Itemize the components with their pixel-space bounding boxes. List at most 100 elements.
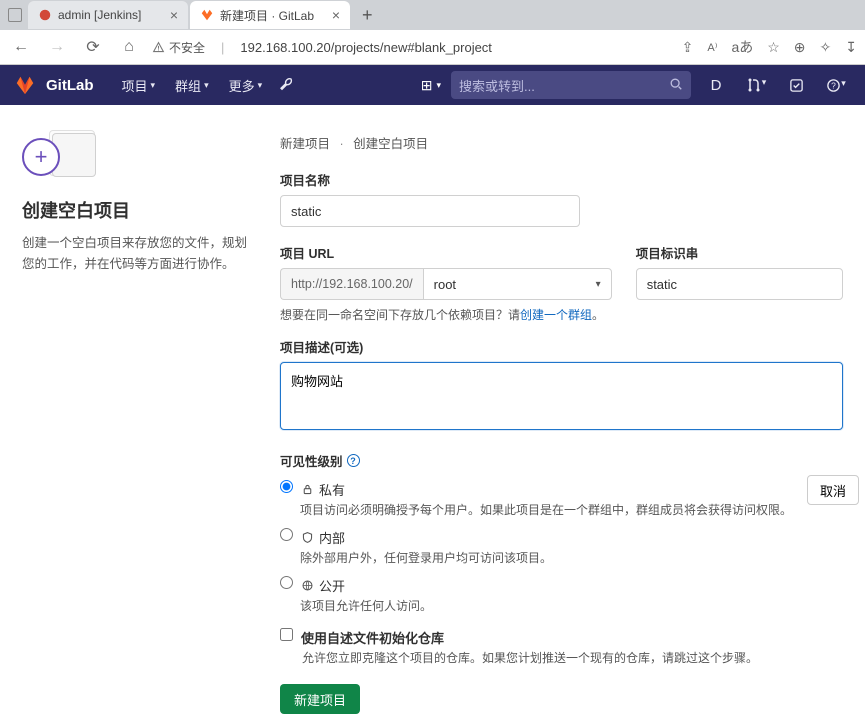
breadcrumb: 新建项目 · 创建空白项目 bbox=[280, 133, 843, 152]
project-desc-label: 项目描述(可选) bbox=[280, 337, 843, 356]
nav-more[interactable]: 更多▾ bbox=[219, 65, 273, 105]
visibility-private[interactable]: 私有 项目访问必须明确授予每个用户。如果此项目是在一个群组中，群组成员将会获得访… bbox=[280, 480, 843, 518]
namespace-value: root bbox=[434, 277, 456, 292]
close-icon[interactable]: × bbox=[170, 7, 178, 23]
visibility-label: 可见性级别 ? bbox=[280, 451, 843, 470]
left-desc: 创建一个空白项目来存放您的文件，规划您的工作，并在代码等方面进行协作。 bbox=[22, 233, 252, 276]
nav-new-dropdown[interactable]: ⊞▾ bbox=[421, 77, 441, 94]
reload-button[interactable]: ⟳ bbox=[80, 34, 106, 60]
extensions-icon[interactable]: ✧ bbox=[820, 39, 832, 56]
nav-search[interactable]: 搜索或转到... bbox=[451, 71, 691, 99]
home-button[interactable]: ⌂ bbox=[116, 34, 142, 60]
help-icon[interactable]: ? bbox=[347, 454, 360, 467]
left-title: 创建空白项目 bbox=[22, 197, 252, 223]
tab-jenkins[interactable]: admin [Jenkins] × bbox=[28, 1, 188, 29]
globe-icon bbox=[301, 579, 314, 592]
tab-gitlab[interactable]: 新建项目 · GitLab × bbox=[190, 1, 350, 29]
radio-public[interactable] bbox=[280, 576, 293, 589]
plus-circle-icon: + bbox=[22, 138, 60, 176]
url-prefix: http://192.168.100.20/ bbox=[280, 268, 423, 300]
nav-projects-label: 项目 bbox=[122, 76, 148, 95]
address-bar-row: ← → ⟳ ⌂ 不安全 | 192.168.100.20/projects/ne… bbox=[0, 30, 865, 64]
downloads-icon[interactable]: ↧ bbox=[845, 39, 857, 56]
jenkins-favicon-icon bbox=[38, 8, 52, 22]
create-group-link[interactable]: 创建一个群组 bbox=[520, 308, 592, 322]
search-placeholder: 搜索或转到... bbox=[459, 76, 535, 95]
project-slug-input[interactable]: static bbox=[636, 268, 843, 300]
share-icon[interactable]: ⇪ bbox=[682, 39, 694, 56]
chevron-down-icon: ▾ bbox=[596, 279, 601, 290]
shield-icon bbox=[301, 531, 314, 544]
back-button[interactable]: ← bbox=[8, 34, 34, 60]
project-slug-label: 项目标识串 bbox=[636, 243, 843, 262]
project-url-label: 项目 URL bbox=[280, 243, 612, 262]
breadcrumb-sep: · bbox=[340, 137, 344, 151]
gitlab-logo-icon[interactable] bbox=[14, 74, 36, 96]
visibility-internal[interactable]: 内部 除外部用户外，任何登录用户均可访问该项目。 bbox=[280, 528, 843, 566]
admin-wrench-icon[interactable] bbox=[278, 76, 294, 95]
init-readme-label: 使用自述文件初始化仓库 bbox=[301, 628, 444, 647]
tab-title: admin [Jenkins] bbox=[58, 8, 141, 22]
browser-chrome: admin [Jenkins] × 新建项目 · GitLab × + ← → … bbox=[0, 0, 865, 65]
url-text: 192.168.100.20/projects/new#blank_projec… bbox=[240, 40, 492, 55]
private-title: 私有 bbox=[319, 480, 345, 499]
radio-private[interactable] bbox=[280, 480, 293, 493]
visibility-label-text: 可见性级别 bbox=[280, 451, 343, 470]
form-panel: 新建项目 · 创建空白项目 项目名称 static 项目 URL http://… bbox=[252, 133, 843, 714]
init-readme-checkbox[interactable] bbox=[280, 628, 293, 641]
todos-icon[interactable] bbox=[781, 78, 811, 93]
namespace-select[interactable]: root ▾ bbox=[423, 268, 612, 300]
search-icon bbox=[669, 77, 683, 94]
nav-groups-label: 群组 bbox=[175, 76, 201, 95]
nav-right: ⊞▾ 搜索或转到... D ▾ ?▾ bbox=[421, 71, 851, 99]
translate-icon[interactable]: aあ bbox=[731, 37, 753, 57]
chevron-down-icon: ▾ bbox=[151, 80, 156, 91]
warning-icon bbox=[152, 41, 165, 54]
breadcrumb-blank-project: 创建空白项目 bbox=[353, 137, 428, 151]
namespace-hint-text: 想要在同一命名空间下存放几个依赖项目？请 bbox=[280, 308, 520, 322]
nav-projects[interactable]: 项目▾ bbox=[112, 65, 166, 105]
merge-requests-icon[interactable]: ▾ bbox=[741, 77, 771, 93]
visibility-public[interactable]: 公开 该项目允许任何人访问。 bbox=[280, 576, 843, 614]
help-icon[interactable]: ?▾ bbox=[821, 78, 851, 93]
page-content: + 创建空白项目 创建一个空白项目来存放您的文件，规划您的工作，并在代码等方面进… bbox=[0, 105, 865, 714]
nav-groups[interactable]: 群组▾ bbox=[165, 65, 219, 105]
issues-icon[interactable]: D bbox=[701, 77, 731, 94]
readaloud-icon[interactable]: A⁾ bbox=[707, 41, 717, 54]
close-icon[interactable]: × bbox=[332, 7, 340, 23]
project-url-group: http://192.168.100.20/ root ▾ bbox=[280, 268, 612, 300]
submit-row: 新建项目 bbox=[280, 684, 843, 714]
blank-project-icon: + bbox=[22, 135, 252, 179]
project-name-label: 项目名称 bbox=[280, 170, 843, 189]
favorite-icon[interactable]: ☆ bbox=[767, 39, 780, 56]
new-tab-button[interactable]: + bbox=[352, 5, 383, 26]
cancel-button[interactable]: 取消 bbox=[807, 475, 859, 505]
public-title: 公开 bbox=[319, 576, 345, 595]
plus-icon: ⊞ bbox=[421, 77, 433, 94]
init-readme-desc: 允许您立即克隆这个项目的仓库。如果您计划推送一个现有的仓库，请跳过这个步骤。 bbox=[302, 649, 843, 666]
divider: | bbox=[221, 40, 224, 55]
init-readme-row[interactable]: 使用自述文件初始化仓库 bbox=[280, 628, 843, 647]
create-project-button[interactable]: 新建项目 bbox=[280, 684, 360, 714]
gitlab-favicon-icon bbox=[200, 8, 214, 22]
chevron-down-icon: ▾ bbox=[436, 80, 441, 91]
project-desc-textarea[interactable]: 购物网站 bbox=[280, 362, 843, 430]
gitlab-brand[interactable]: GitLab bbox=[46, 77, 94, 94]
internal-desc: 除外部用户外，任何登录用户均可访问该项目。 bbox=[300, 549, 843, 566]
insecure-badge[interactable]: 不安全 bbox=[152, 39, 205, 56]
breadcrumb-new-project[interactable]: 新建项目 bbox=[280, 137, 330, 151]
window-list-icon[interactable] bbox=[8, 8, 22, 22]
collections-icon[interactable]: ⊕ bbox=[794, 39, 806, 56]
nav-more-label: 更多 bbox=[229, 76, 255, 95]
left-panel: + 创建空白项目 创建一个空白项目来存放您的文件，规划您的工作，并在代码等方面进… bbox=[22, 133, 252, 714]
lock-icon bbox=[301, 483, 314, 496]
forward-button[interactable]: → bbox=[44, 34, 70, 60]
gitlab-navbar: GitLab 项目▾ 群组▾ 更多▾ ⊞▾ 搜索或转到... D ▾ ?▾ bbox=[0, 65, 865, 105]
project-name-input[interactable]: static bbox=[280, 195, 580, 227]
svg-text:?: ? bbox=[831, 80, 836, 90]
radio-internal[interactable] bbox=[280, 528, 293, 541]
chrome-right-icons: ⇪ A⁾ aあ ☆ ⊕ ✧ ↧ bbox=[682, 37, 857, 57]
project-name-value: static bbox=[291, 204, 321, 219]
public-desc: 该项目允许任何人访问。 bbox=[300, 597, 843, 614]
address-bar[interactable]: 不安全 | 192.168.100.20/projects/new#blank_… bbox=[152, 34, 672, 60]
